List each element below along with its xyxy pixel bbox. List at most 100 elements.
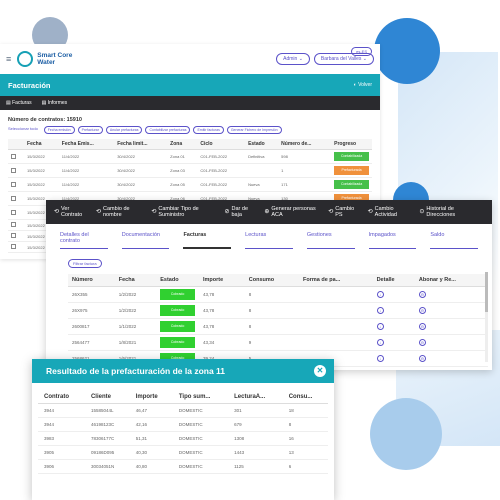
select-all-button[interactable]: Seleccionar todo [8,126,41,134]
refund-icon[interactable]: ⊖ [418,323,426,330]
table-row[interactable]: 26X975 1/2/2022 Cobrado 43,78 8 ↓ ⊖ [68,302,488,319]
column-header[interactable]: Fecha Emis... [58,139,115,150]
vertical-scrollbar[interactable] [485,272,488,362]
action-cambio-ps-button[interactable]: ⟲ Cambio PS [328,206,357,218]
column-header[interactable]: Importe [199,274,245,287]
download-icon[interactable]: ↓ [376,339,384,346]
tab-saldo[interactable]: Saldo [430,232,479,249]
generar-fichero-button[interactable]: Generar Fichero de Impresión [226,126,282,134]
table-row[interactable]: 15/3/2022 11/4/2022 30/4/2022 Zona 01 C01-FE… [8,149,372,164]
column-header[interactable]: Ciclo [197,139,246,150]
download-icon[interactable]: ↓ [376,323,384,330]
refund-icon[interactable]: ⊖ [418,291,426,298]
table-row[interactable]: 2600817 1/1/2022 Cobrado 43,78 8 ↓ ⊖ [68,318,488,335]
back-button[interactable]: ◐ Volver [354,82,372,88]
tab-gestiones[interactable]: Gestiones [306,232,355,249]
column-header [8,139,25,150]
menu-icon[interactable]: ≡ [6,54,11,64]
refund-icon[interactable]: ⊖ [418,355,426,362]
column-header[interactable]: Número [68,274,115,287]
download-icon[interactable]: ↓ [376,307,384,314]
column-header[interactable]: Estado [156,274,200,287]
table-cell: ↓ [372,286,415,303]
table-cell: C01-FEB-2022 [197,149,246,164]
column-header[interactable]: Fecha [24,139,59,150]
scrollbar-thumb[interactable] [485,272,488,312]
action-cambiar-tipo-de-suministro-button[interactable]: ⟲ Cambiar Tipo de Suministro [151,206,214,218]
column-header[interactable]: Contrato [38,391,85,404]
column-header[interactable]: Progreso [331,139,372,150]
column-header[interactable]: Fecha limit... [114,139,168,150]
column-header[interactable]: Estado [245,139,279,150]
column-header[interactable]: Número de... [278,139,332,150]
table-row[interactable]: 3944 15585044L 46,47 DOMESTIC 301 18 [38,403,328,418]
row-checkbox[interactable] [11,244,16,249]
column-header[interactable]: Consumo [244,274,299,287]
action-ver-contrato-button[interactable]: ⟲ Ver Contrato [54,206,86,218]
anular-prefacturas-button[interactable]: Anular prefacturas [105,126,143,134]
tab-facturas[interactable]: ▤ Facturas [6,100,32,106]
table-cell: 3905 [38,445,85,460]
prefacturar-button[interactable]: Prefacturar [77,126,103,134]
tab-facturas[interactable]: Facturas [183,232,232,249]
prefacturacion-results-table: Contrato Cliente Importe Tipo sum... Lec… [38,391,328,474]
close-icon[interactable]: ✕ [314,365,326,377]
table-cell: 43,34 [199,334,245,351]
tab-documentación[interactable]: Documentación [121,232,170,249]
table-row[interactable]: 3906 30034051N 40,80 DOMESTIC 1125 6 [38,459,328,474]
column-header[interactable]: Cliente [84,391,130,404]
row-checkbox[interactable] [11,222,16,227]
refund-icon[interactable]: ⊖ [418,339,426,346]
table-cell: Zona 03 [167,163,198,178]
table-row[interactable]: 3944 46198123C 42,16 DOMESTIC 679 8 [38,417,328,432]
action-historial-de-direcciones-button[interactable]: ⊙ Historial de Direcciones [419,206,474,218]
table-cell: Contabilizada [331,149,372,164]
table-row[interactable]: 3983 78306177C 51,31 DOMESTIC 1308 16 [38,431,328,446]
filter-fecha-emision[interactable]: Fecha emisión [43,126,75,134]
modal-title: Resultado de la prefacturación de la zon… [46,366,226,376]
table-cell [8,205,25,220]
column-header[interactable]: Fecha [114,274,157,287]
table-row[interactable]: 2564477 1/8/2021 Cobrado 43,34 9 ↓ ⊖ [68,334,488,351]
download-icon[interactable]: ↓ [376,291,384,298]
filtrar-factura-button[interactable]: Filtrar factura [68,259,102,268]
tab-informes[interactable]: ▤ Informes [42,100,68,106]
column-header[interactable]: Tipo sum... [172,391,229,404]
action-dar-de-baja-button[interactable]: ⊘ Dar de baja [224,206,254,218]
row-checkbox[interactable] [11,209,16,215]
tab-detalles-del-contrato[interactable]: Detalles del contrato [60,232,108,249]
table-cell: 6 [282,459,328,474]
download-icon[interactable]: ↓ [376,355,384,362]
tab-impagados[interactable]: Impagados [368,232,417,249]
emitir-facturas-button[interactable]: Emitir facturas [193,126,224,134]
refund-icon[interactable]: ⊖ [418,307,426,314]
column-header[interactable]: Forma de pa... [299,274,373,287]
table-row[interactable]: 26X355 1/2/2022 Cobrado 43,78 8 ↓ ⊖ [68,286,488,303]
column-header[interactable]: Zona [167,139,198,150]
row-checkbox[interactable] [11,181,16,187]
table-cell: 30/4/2022 [114,163,168,178]
table-row[interactable]: 3905 09186D095 40,30 DOMESTIC 1443 13 [38,445,328,460]
row-checkbox[interactable] [11,167,16,173]
table-row[interactable]: 15/3/2022 11/4/2022 30/4/2022 Zona 05 C01-FE… [8,177,372,192]
table-row[interactable]: 15/3/2022 11/4/2022 30/4/2022 Zona 03 C01-FE… [8,163,372,178]
row-checkbox[interactable] [11,233,16,238]
contabilizar-prefacturas-button[interactable]: Contabilizar prefacturas [145,126,191,134]
column-header[interactable]: LecturaA... [228,391,283,404]
column-header[interactable]: Importe [129,391,173,404]
tab-lecturas[interactable]: Lecturas [245,232,293,249]
prefacturacion-result-modal: Resultado de la prefacturación de la zon… [32,359,334,500]
row-checkbox[interactable] [11,195,16,201]
column-header[interactable]: Detalle [372,274,415,287]
table-cell: ↓ [372,318,415,335]
admin-dropdown[interactable]: Admin ⌄ [276,53,310,65]
action-cambio-actividad-button[interactable]: ⟲ Cambio Actividad [368,206,410,218]
action-cambio-de-nombre-button[interactable]: ⟲ Cambio de nombre [96,206,141,218]
column-header[interactable]: Abonar y Re... [414,274,488,287]
language-selector[interactable]: es-ES [351,47,372,56]
column-header[interactable]: Consu... [282,391,328,404]
table-cell: DOMESTIC [172,445,229,460]
action-generar-personas-aca-button[interactable]: ⊕ Generar personas ACA [264,206,318,218]
action-icon: ⟲ [328,209,334,215]
row-checkbox[interactable] [11,153,16,159]
